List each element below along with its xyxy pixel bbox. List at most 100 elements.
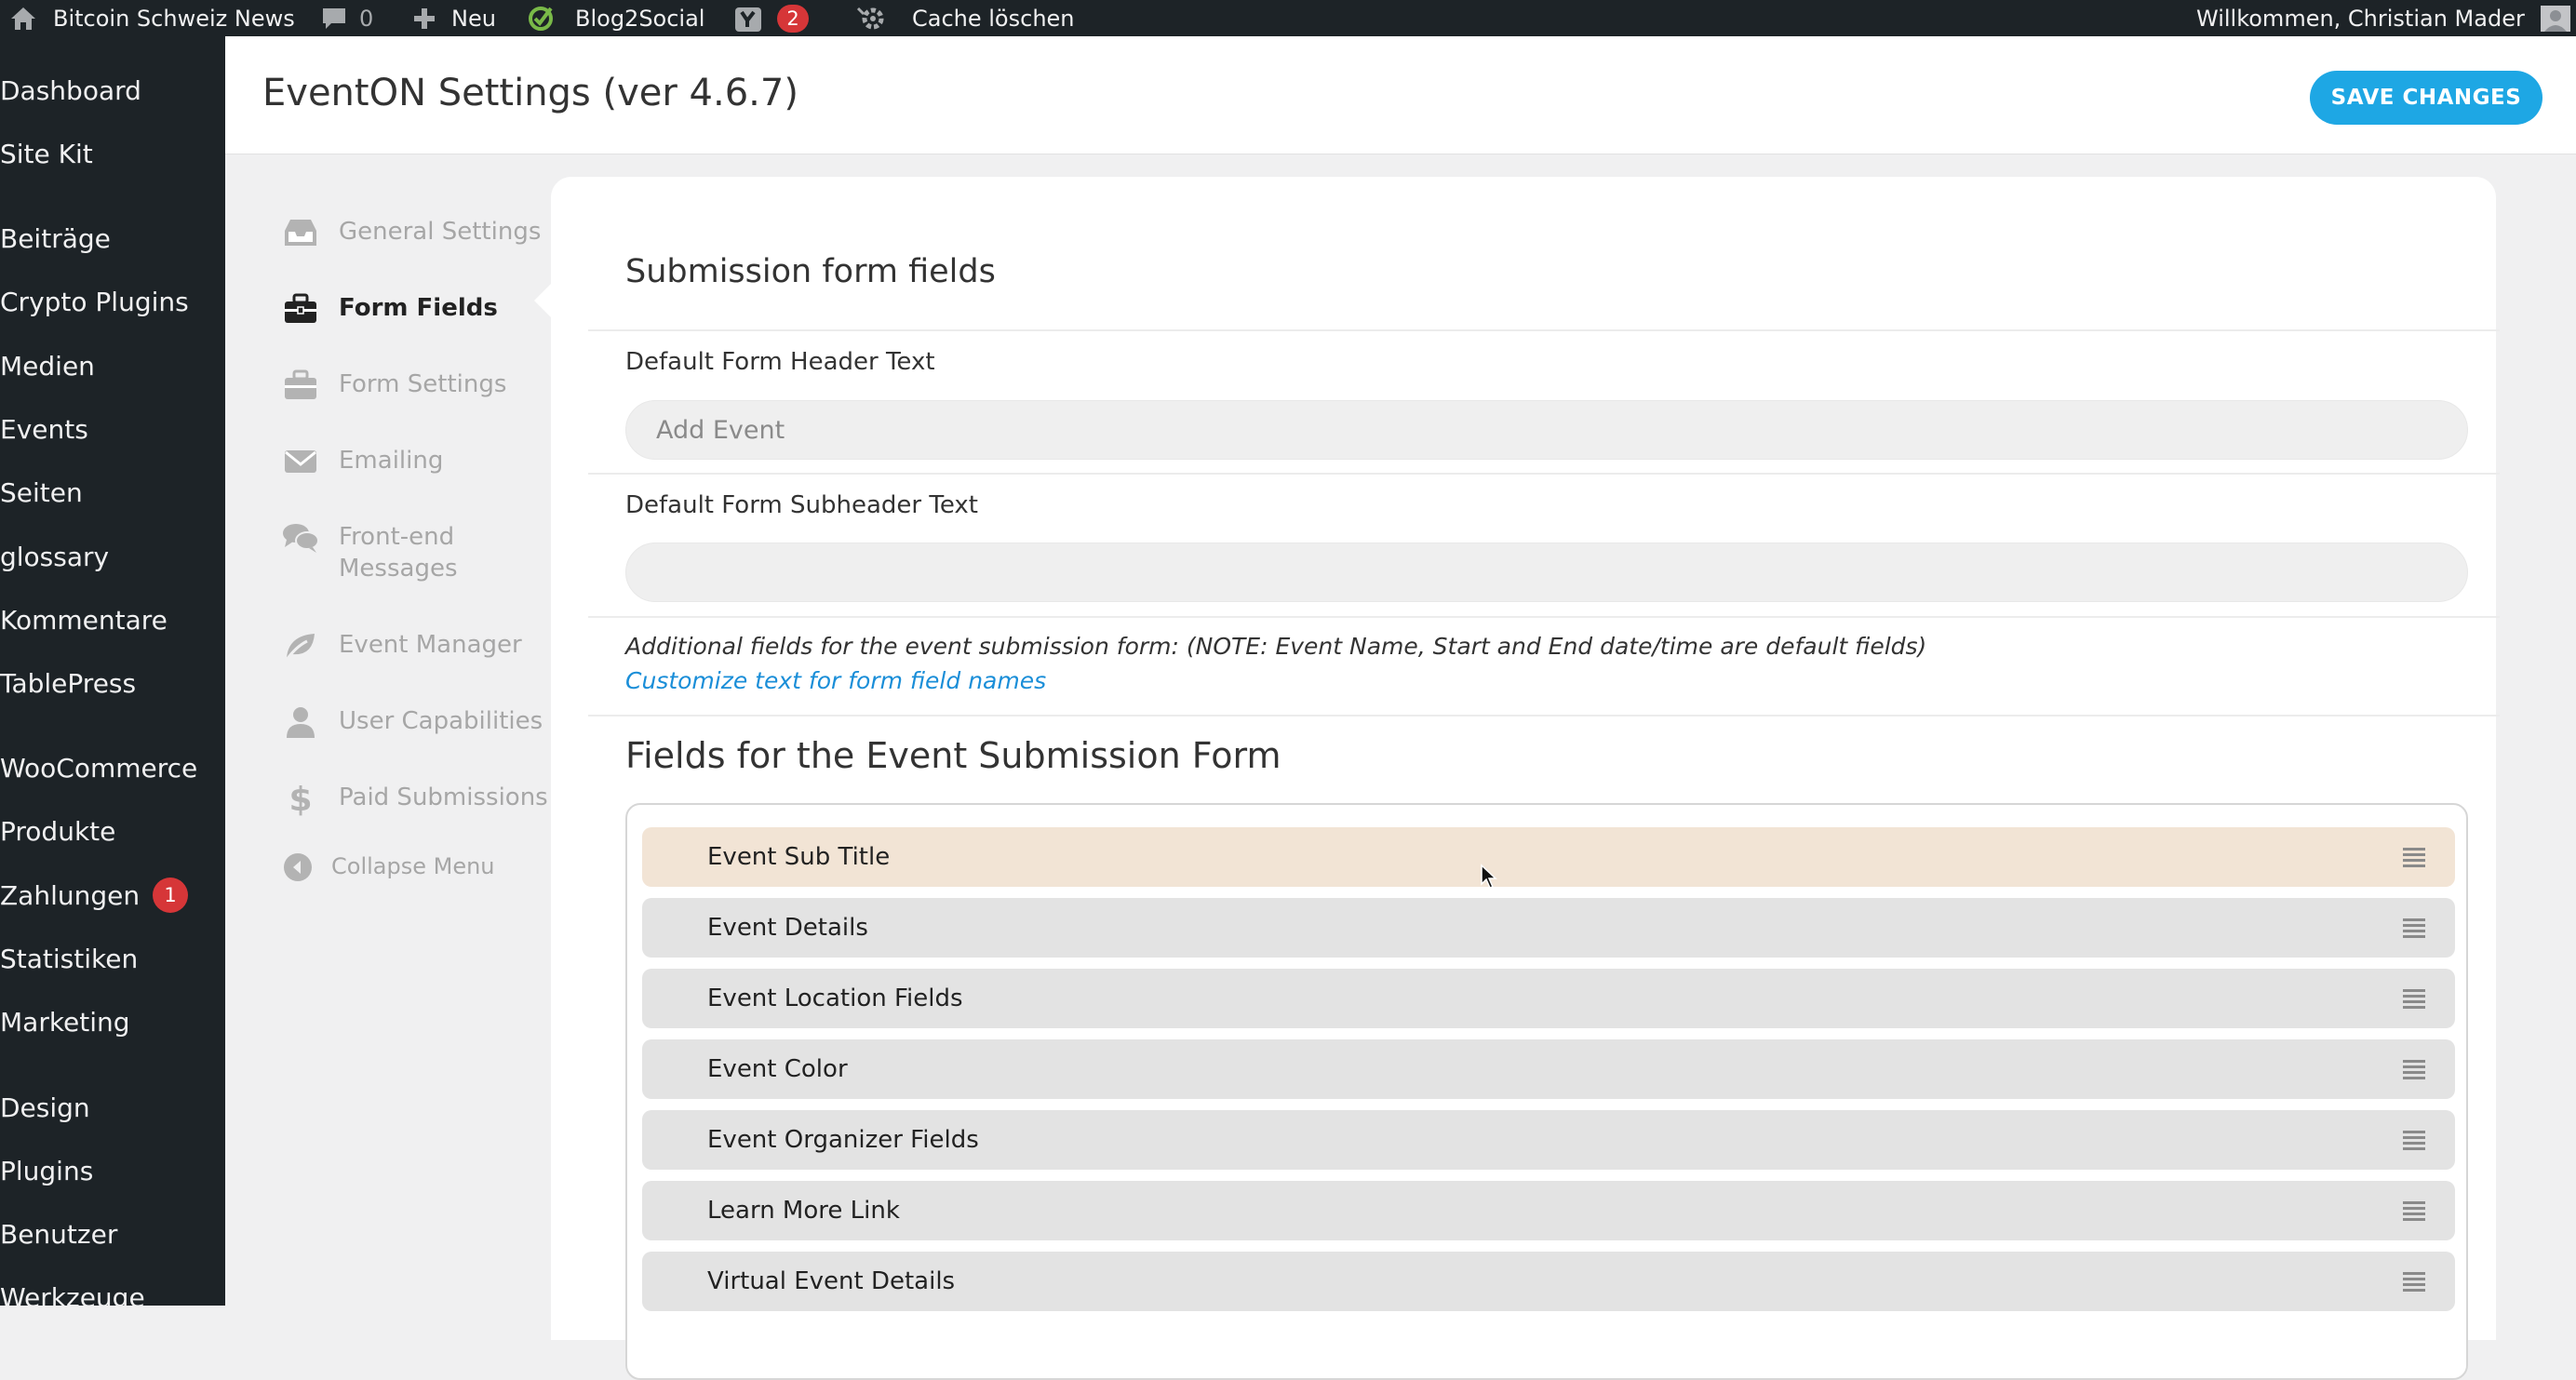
drag-handle-icon[interactable] xyxy=(2395,1055,2433,1083)
menu-item-design[interactable]: Design xyxy=(0,1087,90,1128)
new-content-link[interactable]: Neu xyxy=(412,0,496,36)
menu-item-site-kit[interactable]: Site Kit xyxy=(0,133,93,174)
divider xyxy=(588,473,2500,475)
dollar-icon: $ xyxy=(281,781,320,816)
field-row-label: Event Location Fields xyxy=(707,985,963,1012)
page-title: EventON Settings (ver 4.6.7) xyxy=(262,72,798,114)
save-changes-button[interactable]: SAVE CHANGES xyxy=(2310,71,2542,125)
settings-nav: General Settings Form Fields Form Settin… xyxy=(225,154,551,1306)
menu-item-werkzeuge[interactable]: Werkzeuge xyxy=(0,1277,145,1318)
comment-icon xyxy=(320,7,348,31)
nav-general-settings[interactable]: General Settings xyxy=(281,216,541,249)
field-row-event-details[interactable]: Event Details xyxy=(642,898,2455,958)
customize-field-names-link[interactable]: Customize text for form field names xyxy=(625,667,1046,694)
blog2social-link[interactable]: Blog2Social xyxy=(527,0,704,36)
cache-label: Cache löschen xyxy=(912,5,1075,32)
field-row-label: Learn More Link xyxy=(707,1197,900,1225)
new-label: Neu xyxy=(451,5,496,32)
blog2social-icon xyxy=(527,5,557,33)
menu-item-marketing[interactable]: Marketing xyxy=(0,1001,130,1042)
additional-fields-note: Additional fields for the event submissi… xyxy=(625,633,1927,660)
menu-item-statistiken[interactable]: Statistiken xyxy=(0,938,138,979)
menu-item-produkte[interactable]: Produkte xyxy=(0,811,115,851)
briefcase-icon xyxy=(281,368,320,402)
nav-front-end-messages[interactable]: Front-end Messages xyxy=(281,521,467,584)
drag-handle-icon[interactable] xyxy=(2395,985,2433,1012)
nav-form-settings[interactable]: Form Settings xyxy=(281,368,506,402)
welcome-account-link[interactable]: Willkommen, Christian Mader xyxy=(2196,0,2571,36)
drag-handle-icon[interactable] xyxy=(2395,1126,2433,1154)
menu-item-seiten[interactable]: Seiten xyxy=(0,472,83,513)
admin-side-menu: Dashboard Site Kit Beiträge Crypto Plugi… xyxy=(0,36,225,1313)
divider xyxy=(588,329,2500,331)
field-row-event-sub-title[interactable]: Event Sub Title xyxy=(642,827,2455,887)
header-text-label: Default Form Header Text xyxy=(625,348,935,376)
settings-content-panel: Submission form fields Default Form Head… xyxy=(551,177,2500,1380)
field-row-event-location-fields[interactable]: Event Location Fields xyxy=(642,969,2455,1028)
drag-handle-icon[interactable] xyxy=(2395,1197,2433,1225)
sortable-fields-list: Event Sub Title Event Details Event Loca… xyxy=(625,803,2468,1380)
site-name-link[interactable]: Bitcoin Schweiz News xyxy=(53,0,295,36)
menu-item-kommentare[interactable]: Kommentare xyxy=(0,599,168,640)
comments-count: 0 xyxy=(359,5,374,32)
menu-item-crypto-plugins[interactable]: Crypto Plugins xyxy=(0,281,189,322)
drag-handle-icon[interactable] xyxy=(2395,843,2433,871)
avatar xyxy=(2540,5,2571,33)
menu-item-medien[interactable]: Medien xyxy=(0,345,95,386)
field-row-learn-more-link[interactable]: Learn More Link xyxy=(642,1181,2455,1240)
menu-item-events[interactable]: Events xyxy=(0,409,88,449)
drag-handle-icon[interactable] xyxy=(2395,914,2433,942)
nav-paid-submissions[interactable]: $ Paid Submissions xyxy=(281,781,547,816)
yoast-notification-badge: 2 xyxy=(777,4,809,33)
drag-handle-icon[interactable] xyxy=(2395,1267,2433,1295)
field-row-label: Event Color xyxy=(707,1055,848,1083)
menu-item-dashboard[interactable]: Dashboard xyxy=(0,70,141,111)
menu-item-beitraege[interactable]: Beiträge xyxy=(0,218,111,259)
page-header: EventON Settings (ver 4.6.7) SAVE CHANGE… xyxy=(225,36,2576,154)
divider xyxy=(588,616,2500,618)
nav-event-manager[interactable]: Event Manager xyxy=(281,629,522,663)
subheader-text-label: Default Form Subheader Text xyxy=(625,491,978,519)
menu-item-benutzer[interactable]: Benutzer xyxy=(0,1213,117,1254)
field-row-event-organizer-fields[interactable]: Event Organizer Fields xyxy=(642,1110,2455,1170)
collapse-menu-button[interactable]: Collapse Menu xyxy=(281,851,495,884)
nav-emailing[interactable]: Emailing xyxy=(281,445,443,478)
comments-link[interactable]: 0 xyxy=(320,0,373,36)
home-icon[interactable] xyxy=(9,0,37,36)
nav-label: Event Manager xyxy=(339,631,522,659)
menu-item-zahlungen[interactable]: Zahlungen 1 xyxy=(0,875,189,916)
yoast-seo-link[interactable]: 2 xyxy=(734,0,809,36)
menu-item-plugins[interactable]: Plugins xyxy=(0,1150,93,1191)
menu-item-woocommerce[interactable]: WooCommerce xyxy=(0,747,197,788)
field-row-label: Event Details xyxy=(707,914,868,942)
collapse-menu-label: Collapse Menu xyxy=(331,853,495,879)
form-subheader-text-input[interactable] xyxy=(625,543,2468,602)
menu-item-zahlungen-label: Zahlungen xyxy=(0,879,141,911)
briefcase-icon xyxy=(281,292,320,326)
nav-user-capabilities[interactable]: User Capabilities xyxy=(281,705,543,739)
menu-item-tablepress[interactable]: TablePress xyxy=(0,663,136,703)
field-row-event-color[interactable]: Event Color xyxy=(642,1039,2455,1099)
field-row-virtual-event-details[interactable]: Virtual Event Details xyxy=(642,1252,2455,1311)
collapse-arrow-icon xyxy=(281,851,315,884)
zahlungen-count-badge: 1 xyxy=(153,878,189,913)
menu-item-glossary[interactable]: glossary xyxy=(0,536,109,577)
nav-label: Front-end Messages xyxy=(339,523,458,583)
plus-icon xyxy=(412,7,436,31)
nav-label: Form Settings xyxy=(339,370,507,398)
blog2social-label: Blog2Social xyxy=(575,5,705,32)
cache-clear-link[interactable]: Cache löschen xyxy=(854,0,1075,36)
nav-label: Form Fields xyxy=(339,294,498,322)
field-row-label: Virtual Event Details xyxy=(707,1267,956,1295)
nav-form-fields[interactable]: Form Fields xyxy=(281,292,498,326)
fields-section-title: Fields for the Event Submission Form xyxy=(625,735,1281,776)
field-row-label: Event Organizer Fields xyxy=(707,1126,979,1154)
nav-label: User Capabilities xyxy=(339,707,543,735)
chat-bubbles-icon xyxy=(281,521,320,555)
nav-label: Emailing xyxy=(339,447,444,475)
active-nav-pointer xyxy=(534,282,553,319)
section-title: Submission form fields xyxy=(625,253,996,290)
leaf-icon xyxy=(281,629,320,663)
form-header-text-input[interactable] xyxy=(625,400,2468,460)
inbox-icon xyxy=(281,216,320,249)
